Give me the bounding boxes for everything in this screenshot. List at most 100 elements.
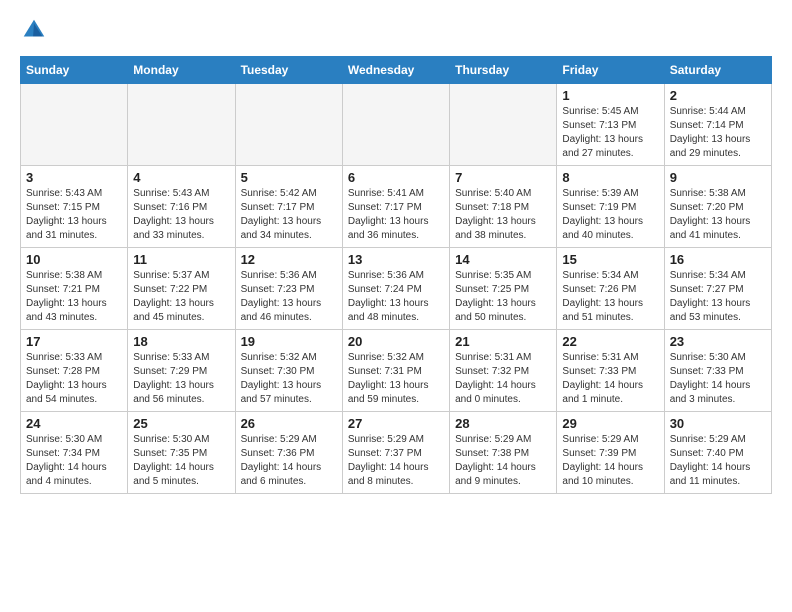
day-number: 26 [241,416,337,431]
calendar-cell: 2 Sunrise: 5:44 AM Sunset: 7:14 PM Daylig… [664,84,771,166]
calendar-cell: 11 Sunrise: 5:37 AM Sunset: 7:22 PM Dayli… [128,248,235,330]
weekday-header-sunday: Sunday [21,57,128,84]
cell-info: Sunrise: 5:33 AM Sunset: 7:28 PM Dayligh… [26,351,122,407]
weekday-header-tuesday: Tuesday [235,57,342,84]
cell-info: Sunrise: 5:30 AM Sunset: 7:35 PM Dayligh… [133,433,229,489]
day-number: 3 [26,170,122,185]
calendar-cell: 20 Sunrise: 5:32 AM Sunset: 7:31 PM Dayli… [342,330,449,412]
day-number: 18 [133,334,229,349]
calendar-cell: 3 Sunrise: 5:43 AM Sunset: 7:15 PM Daylig… [21,166,128,248]
calendar-cell: 4 Sunrise: 5:43 AM Sunset: 7:16 PM Daylig… [128,166,235,248]
cell-info: Sunrise: 5:30 AM Sunset: 7:33 PM Dayligh… [670,351,766,407]
cell-info: Sunrise: 5:29 AM Sunset: 7:37 PM Dayligh… [348,433,444,489]
day-number: 8 [562,170,658,185]
logo-icon [20,16,48,44]
day-number: 11 [133,252,229,267]
cell-info: Sunrise: 5:42 AM Sunset: 7:17 PM Dayligh… [241,187,337,243]
calendar-cell: 14 Sunrise: 5:35 AM Sunset: 7:25 PM Dayli… [450,248,557,330]
day-number: 20 [348,334,444,349]
cell-info: Sunrise: 5:34 AM Sunset: 7:27 PM Dayligh… [670,269,766,325]
day-number: 15 [562,252,658,267]
day-number: 22 [562,334,658,349]
cell-info: Sunrise: 5:29 AM Sunset: 7:40 PM Dayligh… [670,433,766,489]
calendar-week-row: 17 Sunrise: 5:33 AM Sunset: 7:28 PM Dayli… [21,330,772,412]
cell-info: Sunrise: 5:29 AM Sunset: 7:36 PM Dayligh… [241,433,337,489]
calendar-week-row: 10 Sunrise: 5:38 AM Sunset: 7:21 PM Dayli… [21,248,772,330]
cell-info: Sunrise: 5:45 AM Sunset: 7:13 PM Dayligh… [562,105,658,161]
cell-info: Sunrise: 5:31 AM Sunset: 7:32 PM Dayligh… [455,351,551,407]
calendar-cell: 5 Sunrise: 5:42 AM Sunset: 7:17 PM Daylig… [235,166,342,248]
cell-info: Sunrise: 5:32 AM Sunset: 7:31 PM Dayligh… [348,351,444,407]
calendar-cell: 25 Sunrise: 5:30 AM Sunset: 7:35 PM Dayli… [128,412,235,494]
calendar-cell: 8Sunrise: 5:39 AM Sunset: 7:19 PM Daylig… [557,166,664,248]
calendar-cell: 21 Sunrise: 5:31 AM Sunset: 7:32 PM Dayli… [450,330,557,412]
cell-info: Sunrise: 5:35 AM Sunset: 7:25 PM Dayligh… [455,269,551,325]
cell-info: Sunrise: 5:30 AM Sunset: 7:34 PM Dayligh… [26,433,122,489]
day-number: 30 [670,416,766,431]
calendar-cell [342,84,449,166]
day-number: 21 [455,334,551,349]
cell-info: Sunrise: 5:34 AM Sunset: 7:26 PM Dayligh… [562,269,658,325]
calendar-cell: 9 Sunrise: 5:38 AM Sunset: 7:20 PM Daylig… [664,166,771,248]
page-header [20,16,772,44]
cell-info: Sunrise: 5:33 AM Sunset: 7:29 PM Dayligh… [133,351,229,407]
calendar-cell: 1 Sunrise: 5:45 AM Sunset: 7:13 PM Daylig… [557,84,664,166]
day-number: 9 [670,170,766,185]
day-number: 28 [455,416,551,431]
day-number: 10 [26,252,122,267]
day-number: 19 [241,334,337,349]
day-number: 4 [133,170,229,185]
cell-info: Sunrise: 5:41 AM Sunset: 7:17 PM Dayligh… [348,187,444,243]
day-number: 29 [562,416,658,431]
cell-info: Sunrise: 5:36 AM Sunset: 7:23 PM Dayligh… [241,269,337,325]
calendar-cell [21,84,128,166]
day-number: 12 [241,252,337,267]
day-number: 14 [455,252,551,267]
calendar-cell: 12 Sunrise: 5:36 AM Sunset: 7:23 PM Dayli… [235,248,342,330]
day-number: 2 [670,88,766,103]
cell-info: Sunrise: 5:43 AM Sunset: 7:16 PM Dayligh… [133,187,229,243]
weekday-header-wednesday: Wednesday [342,57,449,84]
cell-info: Sunrise: 5:29 AM Sunset: 7:39 PM Dayligh… [562,433,658,489]
calendar-cell: 19 Sunrise: 5:32 AM Sunset: 7:30 PM Dayli… [235,330,342,412]
day-number: 27 [348,416,444,431]
cell-info: Sunrise: 5:38 AM Sunset: 7:20 PM Dayligh… [670,187,766,243]
calendar-cell: 30 Sunrise: 5:29 AM Sunset: 7:40 PM Dayli… [664,412,771,494]
calendar-cell: 10 Sunrise: 5:38 AM Sunset: 7:21 PM Dayli… [21,248,128,330]
weekday-header-saturday: Saturday [664,57,771,84]
cell-info: Sunrise: 5:31 AM Sunset: 7:33 PM Dayligh… [562,351,658,407]
cell-info: Sunrise: 5:43 AM Sunset: 7:15 PM Dayligh… [26,187,122,243]
calendar-week-row: 1 Sunrise: 5:45 AM Sunset: 7:13 PM Daylig… [21,84,772,166]
calendar-cell: 15 Sunrise: 5:34 AM Sunset: 7:26 PM Dayli… [557,248,664,330]
cell-info: Sunrise: 5:38 AM Sunset: 7:21 PM Dayligh… [26,269,122,325]
calendar-cell: 29 Sunrise: 5:29 AM Sunset: 7:39 PM Dayli… [557,412,664,494]
calendar-week-row: 3 Sunrise: 5:43 AM Sunset: 7:15 PM Daylig… [21,166,772,248]
calendar-cell: 26 Sunrise: 5:29 AM Sunset: 7:36 PM Dayli… [235,412,342,494]
day-number: 25 [133,416,229,431]
day-number: 17 [26,334,122,349]
cell-info: Sunrise: 5:32 AM Sunset: 7:30 PM Dayligh… [241,351,337,407]
weekday-header-friday: Friday [557,57,664,84]
day-number: 1 [562,88,658,103]
calendar-week-row: 24 Sunrise: 5:30 AM Sunset: 7:34 PM Dayli… [21,412,772,494]
day-number: 24 [26,416,122,431]
cell-info: Sunrise: 5:44 AM Sunset: 7:14 PM Dayligh… [670,105,766,161]
cell-info: Sunrise: 5:40 AM Sunset: 7:18 PM Dayligh… [455,187,551,243]
calendar-cell: 17 Sunrise: 5:33 AM Sunset: 7:28 PM Dayli… [21,330,128,412]
calendar-cell: 6Sunrise: 5:41 AM Sunset: 7:17 PM Daylig… [342,166,449,248]
calendar-cell: 7Sunrise: 5:40 AM Sunset: 7:18 PM Daylig… [450,166,557,248]
calendar-cell: 13Sunrise: 5:36 AM Sunset: 7:24 PM Dayli… [342,248,449,330]
weekday-header-row: SundayMondayTuesdayWednesdayThursdayFrid… [21,57,772,84]
calendar-cell [235,84,342,166]
day-number: 23 [670,334,766,349]
calendar-cell: 27 Sunrise: 5:29 AM Sunset: 7:37 PM Dayli… [342,412,449,494]
day-number: 5 [241,170,337,185]
calendar-cell [450,84,557,166]
logo [20,16,52,44]
cell-info: Sunrise: 5:37 AM Sunset: 7:22 PM Dayligh… [133,269,229,325]
calendar-cell: 24 Sunrise: 5:30 AM Sunset: 7:34 PM Dayli… [21,412,128,494]
calendar-cell: 22 Sunrise: 5:31 AM Sunset: 7:33 PM Dayli… [557,330,664,412]
cell-info: Sunrise: 5:29 AM Sunset: 7:38 PM Dayligh… [455,433,551,489]
weekday-header-thursday: Thursday [450,57,557,84]
calendar-cell: 28 Sunrise: 5:29 AM Sunset: 7:38 PM Dayli… [450,412,557,494]
